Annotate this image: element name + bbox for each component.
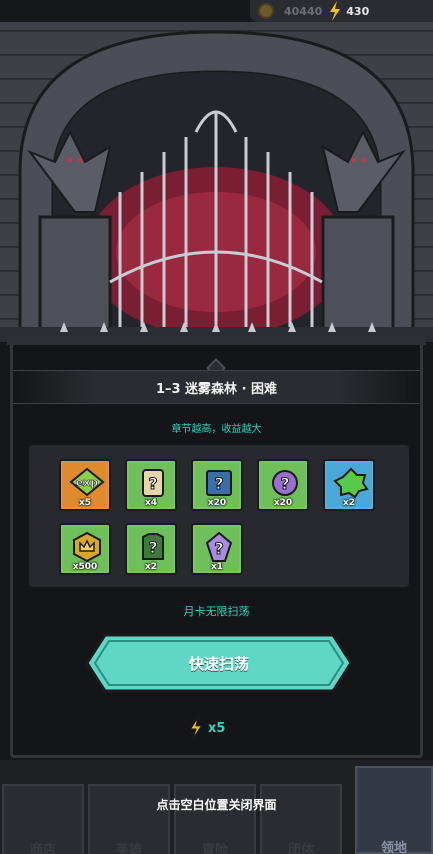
resource-bar: 40440 430 [250, 0, 433, 22]
svg-text:?: ? [148, 474, 157, 493]
svg-text:exp: exp [76, 476, 99, 489]
reward-item-exp[interactable]: exp x5 [59, 459, 111, 511]
nav-tab-group[interactable]: 团体 [260, 784, 342, 854]
mystery-crystal-icon: ? [205, 531, 233, 562]
svg-text:?: ? [280, 474, 289, 493]
reward-item-crown-coin[interactable]: x500 [59, 523, 111, 575]
svg-text:?: ? [214, 539, 223, 558]
dungeon-gate-scene [0, 22, 433, 342]
sweep-panel: 1–3 迷雾森林 · 困难 章节越高，收益越大 exp x5 ? x4 ? x2… [7, 337, 426, 758]
crown-coin-icon [73, 531, 101, 563]
nav-tab-adventure[interactable]: 冒险 [174, 784, 256, 854]
reward-item-slime[interactable]: x2 [323, 459, 375, 511]
stage-title: 1–3 迷雾森林 · 困难 [155, 381, 278, 397]
exp-icon: exp [69, 467, 105, 497]
reward-item-book[interactable]: ? x20 [191, 459, 243, 511]
coin-count: 40440 [284, 4, 323, 18]
sweep-button-label: 快速扫荡 [188, 654, 249, 673]
green-slime-icon [333, 467, 369, 499]
nav-tab-heroes[interactable]: 英雄 [88, 784, 170, 854]
mystery-book-icon: ? [206, 470, 232, 496]
reward-item-crystal[interactable]: ? x1 [191, 523, 243, 575]
svg-text:?: ? [214, 474, 223, 493]
close-hint[interactable]: 点击空白位置关闭界面 [0, 796, 433, 813]
sweep-cost-value: x5 [208, 720, 226, 736]
energy-bolt-icon [330, 1, 341, 21]
quick-sweep-button[interactable]: 快速扫荡 [85, 631, 353, 695]
sweep-cost: x5 [188, 717, 225, 739]
nav-tab-shop[interactable]: 商店 [2, 784, 84, 854]
svg-text:?: ? [148, 538, 157, 557]
monthly-card-label: 月卡无限扫荡 [183, 605, 250, 618]
energy-bolt-icon [189, 717, 203, 739]
mystery-gear-icon: ? [272, 470, 298, 496]
coin-icon [258, 3, 274, 19]
mystery-armor-icon: ? [142, 533, 164, 560]
reward-grid: exp x5 ? x4 ? x20 ? x20 x2 x500 ? x2 ? x… [29, 445, 409, 587]
energy-count: 430 [346, 4, 370, 18]
stage-title-band: 1–3 迷雾森林 · 困难 [13, 370, 420, 404]
reward-item-gear[interactable]: ? x20 [257, 459, 309, 511]
mystery-scroll-icon: ? [142, 469, 164, 497]
reward-hint: 章节越高，收益越大 [171, 424, 262, 435]
gate-illustration [0, 30, 433, 342]
reward-item-scroll[interactable]: ? x4 [125, 459, 177, 511]
reward-item-armor[interactable]: ? x2 [125, 523, 177, 575]
